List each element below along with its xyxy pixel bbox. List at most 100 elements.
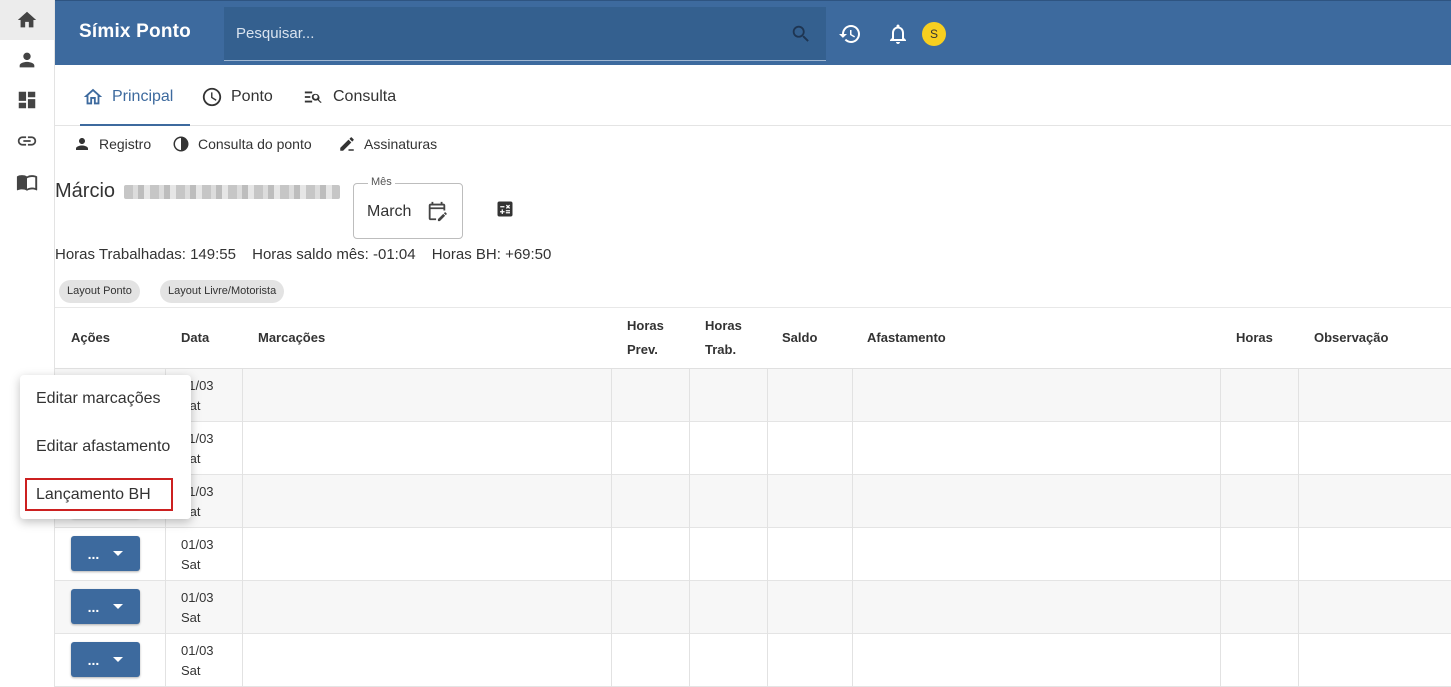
column-divider: [767, 528, 768, 581]
caret-down-icon: [113, 657, 124, 662]
cell-date: 01/03 Sat: [181, 588, 214, 628]
cell-date: 01/03 Sat: [181, 641, 214, 681]
rail-manual[interactable]: [0, 162, 54, 202]
menu-item-lancamento-bh[interactable]: Lançamento BH: [20, 471, 191, 519]
column-divider: [852, 422, 853, 475]
month-field-label: Mês: [368, 176, 395, 188]
subnav-label: Registro: [99, 136, 152, 152]
row-actions-button[interactable]: ...: [71, 589, 140, 624]
chip-layout-ponto[interactable]: Layout Ponto: [59, 280, 140, 303]
column-divider: [165, 581, 166, 634]
table-header: Ações Data Marcações Horas Prev. Horas T…: [55, 308, 1451, 369]
rail-home[interactable]: [0, 0, 54, 40]
subnav-assinaturas[interactable]: Assinaturas: [338, 135, 437, 153]
user-avatar[interactable]: S: [922, 22, 946, 46]
row-actions-button[interactable]: ...: [71, 536, 140, 571]
subnav-consulta-ponto[interactable]: Consulta do ponto: [172, 135, 312, 153]
column-divider: [689, 528, 690, 581]
table-row: ... 01/03Sat: [55, 634, 1451, 687]
col-horas-trab-line2: Trab.: [705, 342, 737, 357]
chip-layout-livre[interactable]: Layout Livre/Motorista: [160, 280, 285, 303]
link-icon: [17, 136, 37, 146]
person-icon: [76, 138, 88, 150]
tab-ponto[interactable]: Ponto: [201, 87, 273, 126]
history-icon[interactable]: [838, 22, 862, 46]
home-outline-icon: [83, 88, 103, 105]
column-divider: [852, 634, 853, 687]
col-horas-trab: Horas Trab.: [705, 314, 742, 362]
menu-item-label: Lançamento BH: [25, 478, 173, 511]
col-data: Data: [181, 330, 210, 345]
row-actions-label: ...: [87, 545, 100, 562]
rail-link[interactable]: [0, 121, 54, 161]
cell-date-day: 01/03: [181, 537, 214, 552]
month-field[interactable]: Mês March: [353, 176, 463, 239]
app-title: Símix Ponto: [79, 21, 191, 42]
column-divider: [852, 369, 853, 422]
tab-label: Principal: [112, 88, 174, 105]
column-divider: [767, 422, 768, 475]
column-divider: [242, 634, 243, 687]
column-divider: [1220, 528, 1221, 581]
column-divider: [165, 528, 166, 581]
rail-dashboard[interactable]: [0, 80, 54, 120]
tab-consulta[interactable]: Consulta: [303, 88, 396, 126]
col-horas-trab-line1: Horas: [705, 318, 742, 333]
month-field-value[interactable]: March: [367, 203, 411, 221]
column-divider: [611, 634, 612, 687]
menu-item-editar-afastamento[interactable]: Editar afastamento: [20, 423, 191, 471]
column-divider: [689, 634, 690, 687]
cell-date-weekday: Sat: [181, 557, 201, 572]
search-icon[interactable]: [790, 23, 812, 45]
table-row: ... 01/03 Sat: [55, 528, 1451, 581]
col-horas-prev-line1: Horas: [627, 318, 664, 333]
tab-label: Consulta: [333, 88, 397, 105]
column-divider: [689, 475, 690, 528]
timesheet-table: Ações Data Marcações Horas Prev. Horas T…: [55, 307, 1451, 687]
column-divider: [242, 475, 243, 528]
col-afastamento: Afastamento: [867, 330, 946, 345]
column-divider: [242, 422, 243, 475]
person-icon: [19, 52, 35, 68]
caret-down-icon: [113, 604, 124, 609]
column-divider: [611, 528, 612, 581]
bell-icon[interactable]: [886, 22, 910, 46]
col-observacao: Observação: [1314, 330, 1389, 345]
column-divider: [689, 581, 690, 634]
rail-person[interactable]: [0, 40, 54, 80]
column-divider: [165, 634, 166, 687]
calendar-edit-icon[interactable]: [426, 200, 448, 222]
calculator-icon[interactable]: [495, 199, 515, 219]
employee-name: Márcio: [55, 180, 116, 202]
search-input[interactable]: [224, 7, 826, 60]
column-divider: [1298, 422, 1299, 475]
column-divider: [852, 581, 853, 634]
row-actions-label: ...: [87, 598, 100, 615]
subnav-registro[interactable]: Registro: [73, 135, 151, 153]
menu-item-editar-marcacoes[interactable]: Editar marcações: [20, 375, 191, 423]
column-divider: [242, 528, 243, 581]
dashboard-icon: [18, 91, 36, 109]
col-horas-prev: Horas Prev.: [627, 314, 664, 362]
column-divider: [1220, 422, 1221, 475]
column-divider: [767, 369, 768, 422]
search-bar[interactable]: [224, 7, 826, 61]
col-marcacoes: Marcações: [258, 330, 326, 345]
tab-principal[interactable]: Principal: [80, 88, 190, 126]
column-divider: [767, 475, 768, 528]
row-actions-button[interactable]: ...: [71, 642, 140, 677]
hours-worked: Horas Trabalhadas: 149:55: [55, 246, 236, 263]
search-list-icon: [304, 91, 322, 103]
caret-down-icon: [113, 551, 124, 556]
action-menu: Editar marcações Editar afastamento Lanç…: [20, 375, 191, 519]
column-divider: [1220, 634, 1221, 687]
column-divider: [1298, 581, 1299, 634]
column-divider: [767, 634, 768, 687]
col-acoes: Ações: [71, 330, 111, 345]
table-row: ...01/03Sat: [55, 475, 1451, 528]
column-divider: [689, 369, 690, 422]
column-divider: [767, 581, 768, 634]
clock-icon: [202, 87, 222, 107]
cell-date-day: 01/03: [181, 643, 214, 658]
main-tabs: Principal Ponto Consulta: [55, 66, 1451, 126]
